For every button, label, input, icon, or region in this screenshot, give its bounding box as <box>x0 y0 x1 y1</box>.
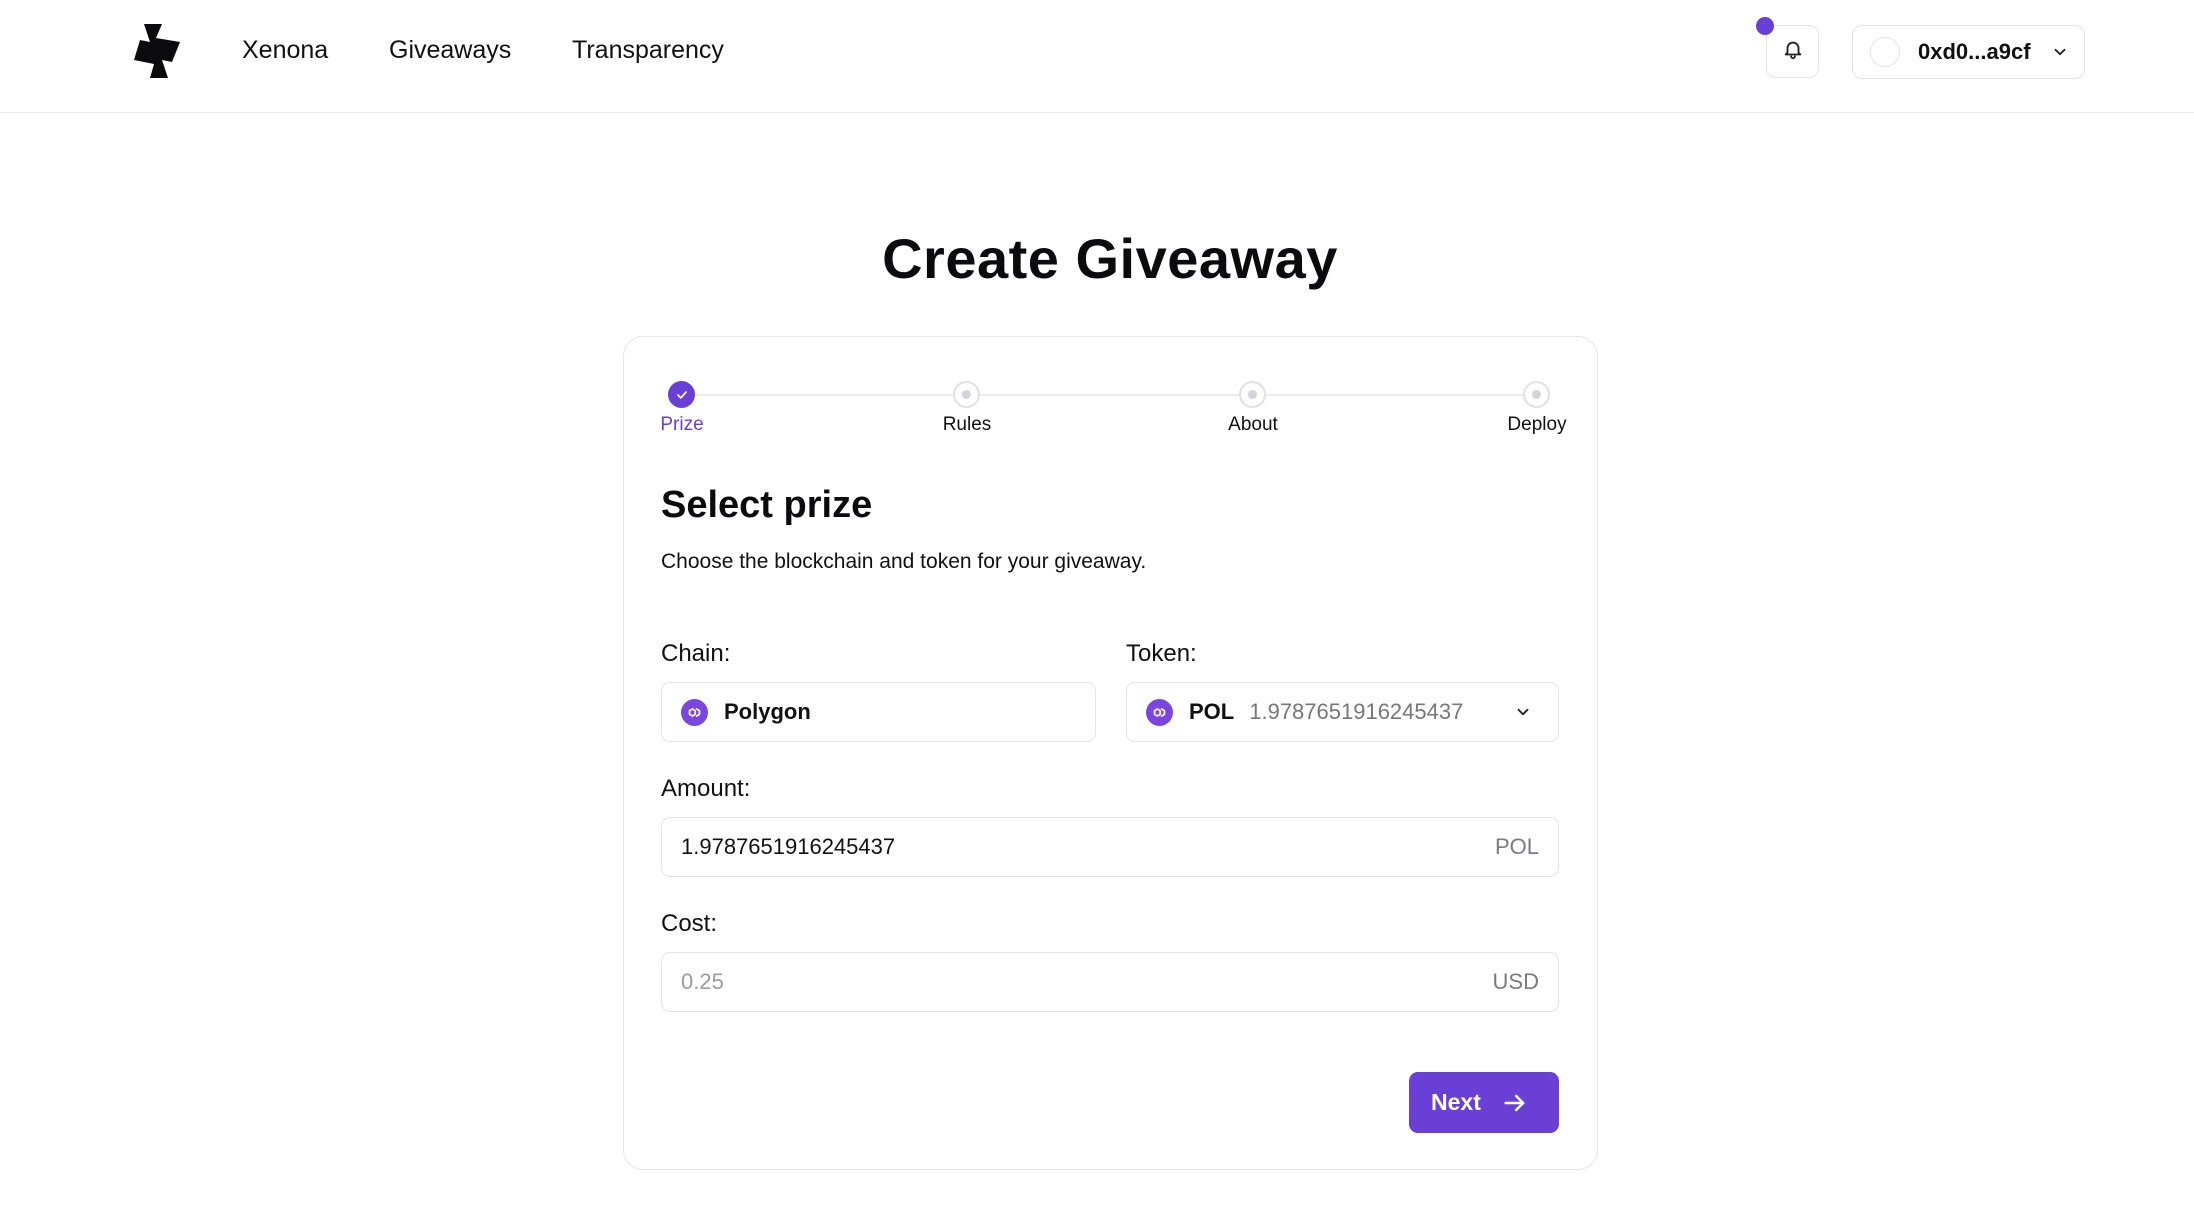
nav-link-transparency[interactable]: Transparency <box>572 33 724 67</box>
step-label-rules[interactable]: Rules <box>943 414 992 436</box>
arrow-right-icon <box>1501 1089 1529 1117</box>
notifications-button[interactable] <box>1766 25 1819 78</box>
check-icon <box>676 390 687 399</box>
wallet-address: 0xd0...a9cf <box>1918 39 2031 64</box>
polygon-icon <box>1146 698 1173 726</box>
step-prize-dot[interactable] <box>668 381 695 408</box>
chevron-down-icon <box>1514 703 1532 726</box>
top-navbar: Xenona Giveaways Transparency 0xd0...a9c… <box>0 0 2194 113</box>
cost-field: 0.25 USD <box>661 952 1559 1012</box>
nav-link-xenona[interactable]: Xenona <box>242 33 328 67</box>
amount-label: Amount: <box>661 775 751 802</box>
amount-input[interactable]: 1.9787651916245437 POL <box>661 817 1559 877</box>
bell-icon <box>1782 38 1804 65</box>
page-title: Create Giveaway <box>882 227 1338 290</box>
create-giveaway-card <box>623 336 1598 1170</box>
step-about-dot[interactable] <box>1239 381 1266 408</box>
cost-suffix: USD <box>1492 969 1539 994</box>
cost-value: 0.25 <box>681 969 724 994</box>
step-label-about[interactable]: About <box>1228 414 1278 436</box>
chain-label: Chain: <box>661 640 731 667</box>
cost-label: Cost: <box>661 910 718 937</box>
section-title: Select prize <box>661 484 873 526</box>
stepper-track <box>683 394 1536 396</box>
notification-dot <box>1756 17 1774 35</box>
step-deploy-dot[interactable] <box>1523 381 1550 408</box>
amount-value: 1.9787651916245437 <box>681 834 896 859</box>
token-balance: 1.9787651916245437 <box>1249 699 1464 724</box>
step-rules-dot[interactable] <box>953 381 980 408</box>
nav-link-giveaways[interactable]: Giveaways <box>389 33 511 67</box>
token-select[interactable]: POL 1.9787651916245437 <box>1126 682 1559 742</box>
step-label-deploy[interactable]: Deploy <box>1507 414 1566 436</box>
avatar <box>1870 37 1900 67</box>
next-button-label: Next <box>1431 1089 1481 1115</box>
chain-value: Polygon <box>724 699 811 724</box>
token-label: Token: <box>1126 640 1197 667</box>
wallet-button[interactable]: 0xd0...a9cf <box>1852 25 2085 79</box>
next-button[interactable]: Next <box>1409 1072 1559 1133</box>
chain-field[interactable]: Polygon <box>661 682 1096 742</box>
logo-icon[interactable] <box>132 22 182 80</box>
chevron-down-icon <box>2051 43 2069 61</box>
section-description: Choose the blockchain and token for your… <box>661 550 1147 573</box>
amount-suffix: POL <box>1494 834 1539 859</box>
token-symbol: POL <box>1189 699 1235 724</box>
polygon-icon <box>681 698 708 726</box>
step-label-prize[interactable]: Prize <box>660 414 703 436</box>
